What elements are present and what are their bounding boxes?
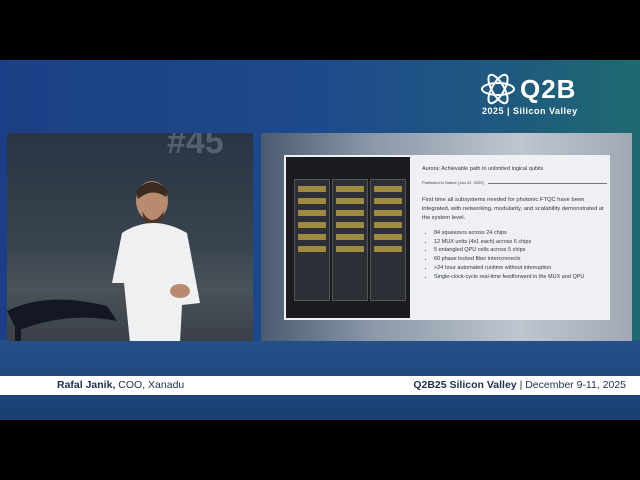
event-dates: December 9-11, 2025 bbox=[525, 379, 626, 391]
chair bbox=[7, 299, 117, 341]
slide-title: Aurora: Achievable path to unlimited log… bbox=[422, 166, 544, 172]
bullet-item: 5 entangled QPU cells across 5 chips bbox=[434, 246, 607, 255]
atom-icon bbox=[481, 73, 515, 105]
speaker-camera: #45 bbox=[7, 133, 253, 341]
speaker-role: COO, Xanadu bbox=[118, 379, 185, 391]
publication-note: Published in Nature (Jan 22, 2025) bbox=[422, 180, 484, 185]
server-racks-photo bbox=[286, 157, 410, 318]
slide-intro: First time all subsystems needed for pho… bbox=[422, 196, 604, 221]
speaker bbox=[112, 181, 200, 341]
separator: | bbox=[519, 379, 523, 391]
bullet-item: >24 hour automated runtime without inter… bbox=[434, 264, 607, 273]
slide-content: Aurora: Achievable path to unlimited log… bbox=[284, 155, 610, 320]
bullet-item: 12 MUX units (4x1 each) across 6 chips bbox=[434, 238, 607, 247]
bullet-list: 84 squeezers across 24 chips 12 MUX unit… bbox=[422, 229, 607, 282]
bullet-item: 60 phase locked fiber interconnects bbox=[434, 255, 607, 264]
event-name: Q2B25 Silicon Valley bbox=[413, 379, 517, 391]
lower-third: Rafal Janik, COO, Xanadu Q2B25 Silicon V… bbox=[0, 376, 640, 395]
backdrop-text: #45 bbox=[167, 133, 224, 161]
bullet-item: Single-clock-cycle real-time feedforward… bbox=[434, 273, 607, 282]
speaker-name: Rafal Janik, bbox=[57, 379, 116, 391]
bullet-item: 84 squeezers across 24 chips bbox=[434, 229, 607, 238]
